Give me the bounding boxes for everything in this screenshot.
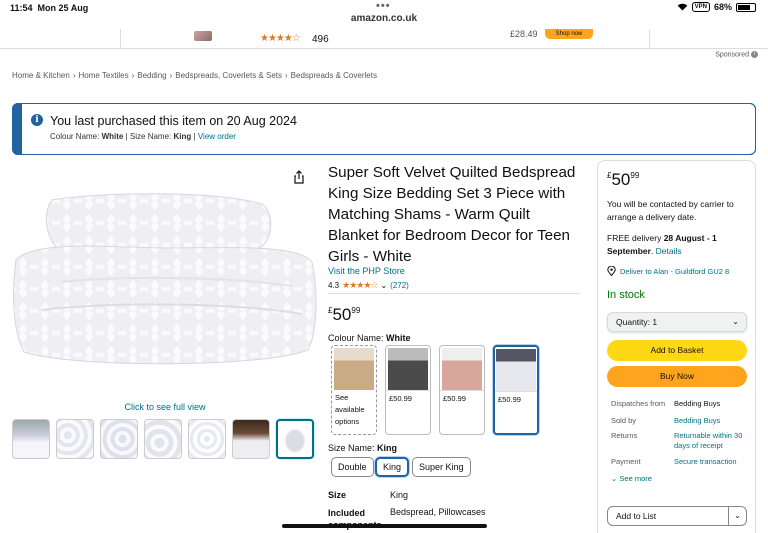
colour-option-beige[interactable]: See available options [331,345,377,435]
payment-link[interactable]: Secure transaction [674,457,746,467]
size-name-label: Size Name: King [328,443,398,453]
battery-percent: 68% [713,2,732,12]
swatch-note: See available options [335,393,365,426]
wifi-icon [677,3,688,11]
product-price: £5099 [328,305,361,324]
swatch-price: £50.99 [498,395,521,404]
breadcrumb: Home & Kitchen › Home Textiles › Bedding › Bed… [12,71,377,80]
see-full-view-link[interactable]: Click to see full view [0,402,330,412]
sponsored-label[interactable]: Sponsored i [715,51,758,58]
product-main-image[interactable] [12,190,317,370]
seller-link[interactable]: Bedding Buys [674,416,746,426]
tab-handle[interactable]: ••• [376,0,391,12]
swatch-image [334,348,374,390]
ad-rating-stars: ★★★★☆ [260,33,301,44]
home-indicator[interactable] [282,524,487,528]
see-more-link[interactable]: ⌄ See more [611,474,652,483]
address-bar[interactable]: amazon.co.uk [0,13,768,28]
sponsored-ad-strip[interactable] [0,29,768,49]
colour-name-label: Colour Name: White [328,333,411,343]
buybox-price: £5099 [607,170,640,189]
swatch-image [496,349,536,391]
swatch-image [442,348,482,390]
ad-review-count[interactable]: 496 [312,34,329,45]
spec-key: Size [328,490,347,500]
buy-now-button[interactable]: Buy Now [607,366,747,387]
chevron-down-icon: ⌄ [611,474,618,483]
purchase-banner-title: You last purchased this item on 20 Aug 2… [50,114,297,128]
ad-product-image[interactable] [194,31,212,41]
rating-stars[interactable]: ★★★★☆ [342,280,378,291]
spec-value: King [390,490,409,500]
size-option-king[interactable]: King [375,457,410,477]
thumbnail-selected[interactable] [276,419,314,459]
thumbnail[interactable] [56,419,94,459]
breadcrumb-item[interactable]: Bedspreads & Coverlets [291,71,377,80]
store-link[interactable]: Visit the PHP Store [328,266,405,276]
swatch-image [388,348,428,390]
breadcrumb-item[interactable]: Bedding [137,71,166,80]
chevron-down-icon[interactable]: ⌄ [728,507,746,525]
rating-value: 4.3 [328,281,340,290]
delivery-info: FREE delivery 28 August - 1 September. D… [607,233,717,256]
thumbnail[interactable] [144,419,182,459]
colour-option-pink[interactable]: £50.99 [439,345,485,435]
deliver-to-location[interactable]: Deliver to Alan - Guildford GU2 8 [607,266,729,276]
size-option-super-king[interactable]: Super King [412,457,471,477]
colour-option-grey[interactable]: £50.99 [385,345,431,435]
view-order-link[interactable]: View order [198,132,236,141]
chevron-down-icon: ⌄ [732,317,739,326]
vpn-badge: VPN [691,2,710,12]
swatch-price: £50.99 [443,394,466,403]
add-to-list-button[interactable]: Add to List ⌄ [607,506,747,526]
breadcrumb-item[interactable]: Home Textiles [78,71,128,80]
breadcrumb-item[interactable]: Bedspreads, Coverlets & Sets [175,71,282,80]
thumbnail-strip [12,419,314,459]
rating-summary[interactable]: 4.3 ★★★★☆ ⌄ (272) [328,280,409,291]
info-label: Returns [611,431,638,440]
stock-status: In stock [607,289,645,301]
purchase-banner-details: Colour Name: White | Size Name: King | V… [50,132,236,141]
carrier-contact-note: You will be contacted by carrier to arra… [607,199,734,222]
status-time: 11:54 Mon 25 Aug [10,3,89,13]
info-value: Bedding Buys [674,399,721,408]
thumbnail[interactable] [232,419,270,459]
spec-value: Bedspread, Pillowcases [390,507,486,517]
location-pin-icon [607,266,616,276]
add-to-basket-button[interactable]: Add to Basket [607,340,747,361]
colour-option-white[interactable]: £50.99 [493,345,539,435]
thumbnail[interactable] [12,419,50,459]
info-label: Sold by [611,416,637,425]
info-label: Payment [611,457,641,466]
battery-icon [736,2,756,12]
divider [328,293,580,294]
share-icon[interactable] [292,170,306,184]
rating-count[interactable]: (272) [390,281,409,290]
product-title: Super Soft Velvet Quilted Bedspread King… [328,164,576,265]
info-icon[interactable]: i [751,51,758,58]
returns-link[interactable]: Returnable within 30 days of receipt [674,431,746,451]
ad-shop-now-button[interactable]: Shop now [545,29,593,39]
ad-price: £28.49 [510,29,538,39]
thumbnail[interactable] [100,419,138,459]
delivery-details-link[interactable]: Details [656,246,682,256]
quantity-select[interactable]: Quantity: 1 ⌄ [607,312,747,332]
breadcrumb-item[interactable]: Home & Kitchen [12,71,70,80]
thumbnail[interactable] [188,419,226,459]
chevron-down-icon[interactable]: ⌄ [380,281,387,290]
info-label: Dispatches from [611,399,666,408]
size-option-double[interactable]: Double [331,457,374,477]
swatch-price: £50.99 [389,394,412,403]
info-icon: i [31,114,43,126]
